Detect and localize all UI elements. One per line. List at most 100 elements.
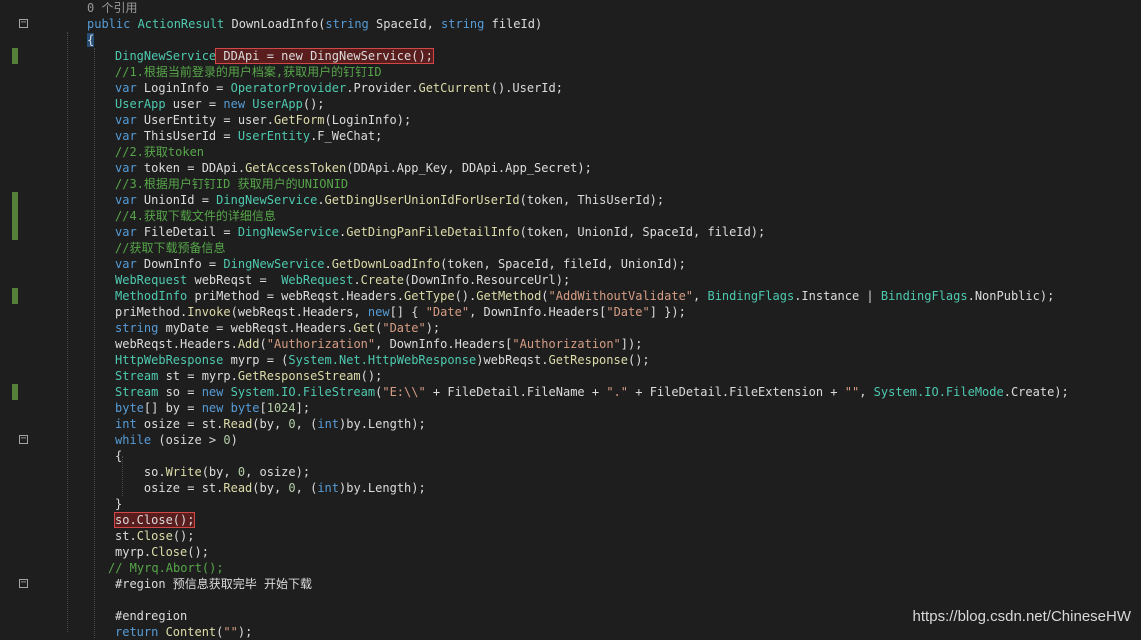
code-token: 0 [288,481,296,495]
code-line[interactable]: var ThisUserId = UserEntity.F_WeChat; [0,128,1141,144]
code-line[interactable]: int osize = st.Read(by, 0, (int)by.Lengt… [0,416,1141,432]
code-text: //4.获取下载文件的详细信息 [115,208,276,224]
code-line[interactable] [0,592,1141,608]
code-token: [] { [389,305,426,319]
collapse-icon[interactable]: − [19,434,28,444]
code-line[interactable]: //2.获取token [0,144,1141,160]
code-line[interactable]: var token = DDApi.GetAccessToken(DDApi.A… [0,160,1141,176]
code-text: var UnionId = DingNewService.GetDingUser… [115,192,664,208]
code-line[interactable]: byte[] by = new byte[1024]; [0,400,1141,416]
code-token: [] by = [143,401,202,415]
code-text: //1.根据当前登录的用户档案,获取用户的钉钉ID [115,64,382,80]
collapse-icon[interactable]: − [19,18,28,28]
code-text: UserApp user = new UserApp(); [115,96,325,112]
code-token: priMethod = webReqst.Headers. [194,289,404,303]
code-token: (token, SpaceId, fileId, UnionId); [440,257,686,271]
code-token: osize = st. [115,481,224,495]
code-line[interactable]: MethodInfo priMethod = webReqst.Headers.… [0,288,1141,304]
code-text: public ActionResult DownLoadInfo(string … [87,16,542,32]
code-token: FileDetail = [143,225,238,239]
collapse-icon[interactable]: − [19,578,28,588]
code-token: + FileDetail.FileName + [425,385,607,399]
code-line[interactable]: UserApp user = new UserApp(); [0,96,1141,112]
code-token: Invoke [187,305,231,319]
code-token: "AddWithoutValidate" [548,289,694,303]
code-line[interactable]: var DownInfo = DingNewService.GetDownLoa… [0,256,1141,272]
code-token: (); [172,529,195,543]
code-token: 1024 [266,401,296,415]
code-line[interactable]: // Myrq.Abort(); [0,560,1141,576]
code-token: GetAccessToken [245,161,347,175]
code-line[interactable]: webReqst.Headers.Add("Authorization", Do… [0,336,1141,352]
code-line[interactable]: WebRequest webReqst = WebRequest.Create(… [0,272,1141,288]
code-line[interactable]: − #region 预信息获取完毕 开始下载 [0,576,1141,592]
code-line[interactable]: { [0,448,1141,464]
code-token: GetDownLoadInfo [331,257,441,271]
code-token: DingNewService [237,225,339,239]
code-line[interactable]: var FileDetail = DingNewService.GetDingP… [0,224,1141,240]
code-text: #region 预信息获取完毕 开始下载 [115,576,312,592]
code-line[interactable]: //获取下载预备信息 [0,240,1141,256]
code-line[interactable]: //4.获取下载文件的详细信息 [0,208,1141,224]
code-token: )by.Length); [339,481,426,495]
code-line[interactable]: so.Close(); [0,512,1141,528]
code-token: myDate = webReqst.Headers. [165,321,354,335]
code-token: GetResponse [548,353,628,367]
code-line[interactable]: var UnionId = DingNewService.GetDingUser… [0,192,1141,208]
code-token: GetMethod [476,289,542,303]
code-token: , osize); [245,465,311,479]
code-line[interactable]: //1.根据当前登录的用户档案,获取用户的钉钉ID [0,64,1141,80]
code-line[interactable]: var UserEntity = user.GetForm(LoginInfo)… [0,112,1141,128]
code-token: Read [223,417,253,431]
code-line[interactable]: 0 个引用 [0,0,1141,16]
code-token: OperatorProvider [230,81,347,95]
code-token: , [693,289,708,303]
code-token: GetResponseStream [237,369,361,383]
code-line[interactable]: HttpWebResponse myrp = (System.Net.HttpW… [0,352,1141,368]
code-token: myrp = ( [230,353,289,367]
code-text: var DownInfo = DingNewService.GetDownLoa… [115,256,686,272]
code-token: (DownInfo.ResourceUrl); [404,273,571,287]
code-token: (); [360,369,383,383]
code-token: UserId; [512,81,563,95]
code-token: int [317,417,340,431]
code-line[interactable]: { [0,32,1141,48]
code-text: int osize = st.Read(by, 0, (int)by.Lengt… [115,416,426,432]
code-token: //1.根据当前登录的用户档案,获取用户的钉钉ID [115,65,382,79]
code-text: so.Close(); [113,512,196,528]
code-line[interactable]: Stream st = myrp.GetResponseStream(); [0,368,1141,384]
code-token: . [324,257,332,271]
code-token: SpaceId, [376,17,442,31]
code-token: Write [165,465,202,479]
code-token: )webReqst. [476,353,549,367]
code-line[interactable]: st.Close(); [0,528,1141,544]
code-token: Stream [115,369,166,383]
code-line[interactable]: so.Write(by, 0, osize); [0,464,1141,480]
code-token: GetCurrent [418,81,491,95]
code-line[interactable]: string myDate = webReqst.Headers.Get("Da… [0,320,1141,336]
code-token: var [115,257,144,271]
code-line[interactable]: − while (osize > 0) [0,432,1141,448]
code-token: 0 [288,417,296,431]
code-line[interactable]: priMethod.Invoke(webReqst.Headers, new[]… [0,304,1141,320]
code-token: .Create); [1003,385,1069,399]
code-token: priMethod. [115,305,188,319]
code-token: so = [165,385,202,399]
code-token: myrp. [115,545,152,559]
code-line[interactable]: var LoginInfo = OperatorProvider.Provide… [0,80,1141,96]
code-line[interactable]: Stream so = new System.IO.FileStream("E:… [0,384,1141,400]
change-marker [12,384,18,400]
code-line[interactable]: myrp.Close(); [0,544,1141,560]
code-line[interactable]: } [0,496,1141,512]
code-text: //2.获取token [115,144,204,160]
code-editor[interactable]: 0 个引用 − public ActionResult DownLoadInfo(s… [0,0,1141,639]
code-text: //3.根据用户钉钉ID 获取用户的UNIONID [115,176,348,192]
code-line[interactable]: − public ActionResult DownLoadInfo(string… [0,16,1141,32]
code-line[interactable]: DingNewService DDApi = new DingNewServic… [0,48,1141,64]
change-marker [12,208,18,224]
indent-guide [67,32,68,632]
code-token: BindingFlags [880,289,968,303]
code-line[interactable]: osize = st.Read(by, 0, (int)by.Length); [0,480,1141,496]
code-text: var UserEntity = user.GetForm(LoginInfo)… [115,112,411,128]
code-line[interactable]: //3.根据用户钉钉ID 获取用户的UNIONID [0,176,1141,192]
